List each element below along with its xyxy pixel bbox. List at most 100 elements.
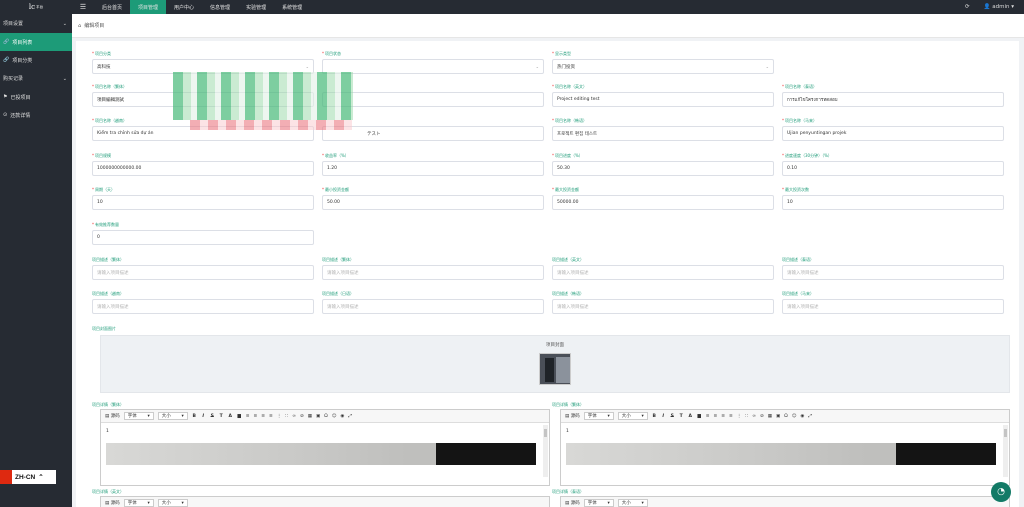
source-button[interactable]: ▤ 源码 — [565, 500, 580, 506]
nav-experiment-management[interactable]: 实验管理 — [238, 0, 274, 14]
bold-icon[interactable]: B — [192, 414, 197, 419]
nav-info-management[interactable]: 信息管理 — [202, 0, 238, 14]
name-english-input[interactable]: Project editing test — [552, 92, 774, 107]
align-center-icon[interactable]: ≡ — [253, 414, 257, 419]
font-select[interactable]: 字体 ▾ — [123, 499, 154, 507]
special-char-icon[interactable]: Ω — [784, 414, 787, 419]
bg-color-icon[interactable]: ▆ — [697, 414, 702, 419]
bullet-list-icon[interactable]: ∷ — [745, 414, 748, 419]
bg-color-icon[interactable]: ▆ — [237, 414, 242, 419]
font-color-icon[interactable]: A — [228, 414, 233, 419]
help-icon[interactable]: ◉ — [340, 414, 344, 419]
bullet-list-icon[interactable]: ∷ — [285, 414, 288, 419]
max-times-input[interactable]: 10 — [782, 195, 1004, 210]
desc-english-input[interactable]: 请输入项目描述 — [552, 265, 774, 280]
align-right-icon[interactable]: ≡ — [721, 414, 725, 419]
size-select[interactable]: 大小 ▾ — [617, 499, 648, 507]
desc-japanese-input[interactable]: 请输入项目描述 — [322, 299, 544, 314]
scrollbar[interactable] — [543, 425, 548, 477]
justify-icon[interactable]: ≡ — [269, 414, 273, 419]
sidebar-item-invested-projects[interactable]: ⚑ 已投项目 — [0, 88, 72, 106]
sidebar-item-repayment-details[interactable]: ⊙ 还款详情 — [0, 106, 72, 124]
name-hidden-input[interactable] — [322, 92, 544, 107]
desc-korean-input[interactable]: 请输入项目描述 — [552, 299, 774, 314]
size-select[interactable]: 大小 ▾ — [157, 499, 188, 507]
image-icon[interactable]: ▣ — [316, 414, 320, 419]
link-icon[interactable]: ∞ — [292, 414, 296, 419]
chat-support-button[interactable]: ◔ — [991, 482, 1011, 502]
logo[interactable]: lc 平台 — [0, 0, 72, 14]
editor-image[interactable] — [566, 443, 996, 465]
sidebar-item-project-list[interactable]: 🔗 项目列表 — [0, 33, 72, 51]
sidebar-group-purchase-records[interactable]: 购买记录 ⌄ — [0, 69, 72, 88]
help-icon[interactable]: ◉ — [800, 414, 804, 419]
desc-traditional-input[interactable]: 请输入项目描述 — [92, 265, 314, 280]
desc-malay-input[interactable]: 请输入项目描述 — [782, 299, 1004, 314]
refresh-icon[interactable]: ⟳ — [965, 4, 970, 10]
yield-input[interactable]: 1.20 — [322, 161, 544, 176]
font-select[interactable]: 字体 ▾ — [123, 412, 154, 420]
desc-thai-input[interactable]: 请输入项目描述 — [782, 265, 1004, 280]
scrollbar[interactable] — [1003, 425, 1008, 477]
unlink-icon[interactable]: ⊘ — [760, 414, 764, 419]
cover-thumbnail[interactable] — [539, 353, 571, 385]
emoji-icon[interactable]: ☺ — [332, 414, 337, 419]
align-left-icon[interactable]: ≡ — [246, 414, 250, 419]
align-left-icon[interactable]: ≡ — [706, 414, 710, 419]
source-button[interactable]: ▤ 源码 — [105, 500, 120, 506]
nav-system-management[interactable]: 系统管理 — [274, 0, 310, 14]
sidebar-item-project-category[interactable]: 🔗 项目分类 — [0, 51, 72, 69]
align-right-icon[interactable]: ≡ — [261, 414, 265, 419]
clear-format-icon[interactable]: T — [219, 414, 224, 419]
progress-input[interactable]: 50.30 — [552, 161, 774, 176]
image-icon[interactable]: ▣ — [776, 414, 780, 419]
justify-icon[interactable]: ≡ — [729, 414, 733, 419]
nav-home[interactable]: 后台首页 — [94, 0, 130, 14]
name-malay-input[interactable]: Ujian penyuntingan projek — [782, 126, 1004, 141]
strike-icon[interactable]: S — [670, 414, 675, 419]
rich-editor-thai[interactable]: ▤ 源码 字体 ▾ 大小 ▾ — [560, 496, 1010, 507]
editor-body[interactable]: 1 — [101, 423, 549, 486]
font-select[interactable]: 字体 ▾ — [583, 412, 614, 420]
display-type-select[interactable]: 热门投资 ⌄ — [552, 59, 774, 74]
editor-image[interactable] — [106, 443, 536, 465]
link-icon[interactable]: ∞ — [752, 414, 756, 419]
font-color-icon[interactable]: A — [688, 414, 693, 419]
user-menu[interactable]: 👤 admin ▾ — [984, 4, 1014, 10]
cycle-input[interactable]: 10 — [92, 195, 314, 210]
min-invest-input[interactable]: 50.00 — [322, 195, 544, 210]
editor-body[interactable]: 1 — [561, 423, 1009, 486]
size-select[interactable]: 大小 ▾ — [617, 412, 648, 420]
rich-editor-english[interactable]: ▤ 源码 字体 ▾ 大小 ▾ — [100, 496, 550, 507]
source-button[interactable]: ▤ 源码 — [565, 413, 580, 419]
italic-icon[interactable]: I — [201, 414, 206, 419]
clear-format-icon[interactable]: T — [679, 414, 684, 419]
home-icon[interactable]: ⌂ — [78, 23, 81, 29]
cover-upload[interactable]: 项目封面 — [100, 335, 1010, 393]
sidebar-group-project-settings[interactable]: 项目设置 ⌄ — [0, 14, 72, 33]
progress-speed-input[interactable]: 0.10 — [782, 161, 1004, 176]
max-invest-input[interactable]: 50000.00 — [552, 195, 774, 210]
rich-editor-traditional[interactable]: ▤ 源码 字体 ▾ 大小 ▾ B I S T A ▆ ≡ ≡ ≡ ≡ ⋮ ∷ ∞ ⊘… — [100, 409, 550, 486]
unlink-icon[interactable]: ⊘ — [300, 414, 304, 419]
fullscreen-icon[interactable]: ⤢ — [808, 413, 812, 419]
menu-toggle-icon[interactable]: ☰ — [72, 3, 94, 11]
name-japanese-input[interactable]: テスト — [322, 126, 544, 141]
name-thai-input[interactable]: การแก้ไขโครงการทดสอบ — [782, 92, 1004, 107]
fullscreen-icon[interactable]: ⤢ — [348, 413, 352, 419]
emoji-icon[interactable]: ☺ — [792, 414, 797, 419]
bold-icon[interactable]: B — [652, 414, 657, 419]
referrals-input[interactable]: 0 — [92, 230, 314, 245]
language-switcher[interactable]: ZH-CN ⌃ — [0, 470, 56, 484]
align-center-icon[interactable]: ≡ — [713, 414, 717, 419]
name-korean-input[interactable]: 프로젝트 편집 테스트 — [552, 126, 774, 141]
nav-user-center[interactable]: 用户中心 — [166, 0, 202, 14]
strike-icon[interactable]: S — [210, 414, 215, 419]
status-select[interactable]: ⌄ — [322, 59, 544, 74]
nav-project-management[interactable]: 项目管理 — [130, 0, 167, 14]
scale-input[interactable]: 1000000000000.00 — [92, 161, 314, 176]
rich-editor-traditional-2[interactable]: ▤ 源码 字体 ▾ 大小 ▾ B I S T A ▆ ≡ ≡ ≡ ≡ ⋮ ∷ ∞ ⊘… — [560, 409, 1010, 486]
desc-traditional-2-input[interactable]: 请输入项目描述 — [322, 265, 544, 280]
ordered-list-icon[interactable]: ⋮ — [277, 414, 282, 419]
desc-vietnamese-input[interactable]: 请输入项目描述 — [92, 299, 314, 314]
